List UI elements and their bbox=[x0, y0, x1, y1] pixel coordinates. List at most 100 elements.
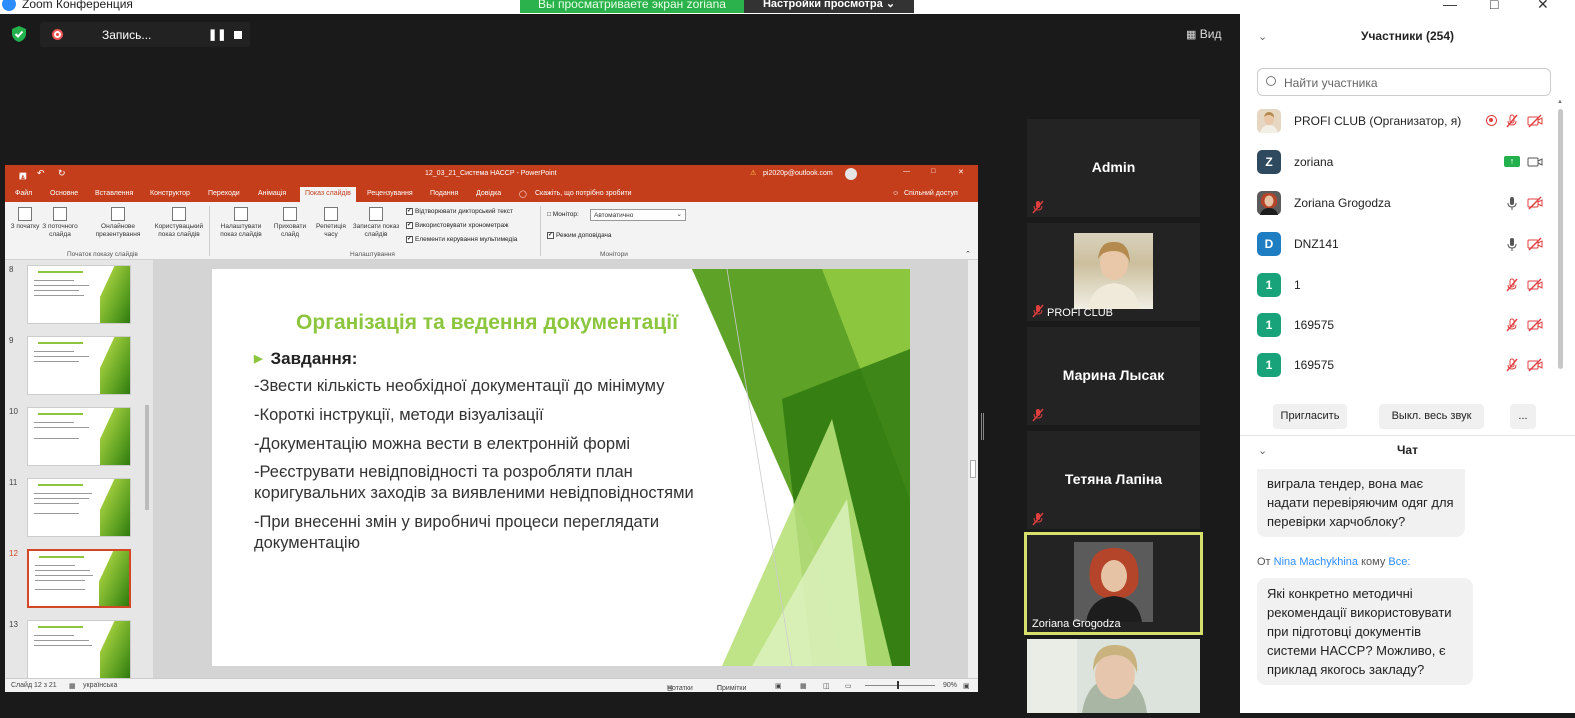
setup-show-button[interactable]: Налаштувати показ слайдів bbox=[213, 207, 269, 239]
scroll-up-icon[interactable]: ▲ bbox=[1557, 99, 1563, 105]
current-slide[interactable]: Організація та ведення документації Завд… bbox=[212, 269, 910, 666]
muted-mic-icon[interactable] bbox=[1504, 357, 1520, 373]
custom-show-button[interactable]: Користувацький показ слайдів bbox=[147, 207, 211, 239]
mic-icon[interactable] bbox=[1504, 236, 1520, 252]
thumbnails-scrollbar[interactable] bbox=[144, 265, 150, 675]
hide-slide-button[interactable]: Приховати слайд bbox=[273, 207, 307, 239]
tab-slideshow[interactable]: Показ слайдів bbox=[300, 187, 356, 203]
muted-mic-icon[interactable] bbox=[1504, 317, 1520, 333]
slideshow-view-icon[interactable]: ▭ bbox=[845, 682, 852, 690]
redo-icon[interactable]: ↻ bbox=[58, 168, 66, 179]
video-tile[interactable]: Тетяна Лапіна bbox=[1027, 431, 1200, 529]
video-off-icon[interactable] bbox=[1527, 195, 1543, 211]
tab-review[interactable]: Рецензування bbox=[367, 190, 413, 197]
shared-screen[interactable]: 🖪 ↶ ↻ 12_03_21_Система НАССР - PowerPoin… bbox=[5, 165, 978, 692]
ppt-minimize-icon[interactable]: — bbox=[903, 168, 910, 175]
more-button[interactable]: ... bbox=[1510, 404, 1536, 429]
invite-button[interactable]: Пригласить bbox=[1273, 404, 1347, 429]
collapse-ribbon-icon[interactable]: ⌃ bbox=[965, 250, 971, 258]
from-beginning-button[interactable]: З початку bbox=[10, 207, 40, 231]
slide-thumbnail[interactable] bbox=[27, 620, 131, 679]
participant-video bbox=[1074, 233, 1153, 309]
pause-recording-icon[interactable]: ❚❚ bbox=[208, 28, 226, 41]
participant-row[interactable]: Z zoriana ↑ bbox=[1257, 150, 1557, 174]
editor-scrollbar[interactable] bbox=[968, 260, 978, 678]
fit-slide-icon[interactable]: ▣ bbox=[963, 682, 970, 690]
scrollbar-thumb[interactable] bbox=[1558, 109, 1563, 369]
record-show-button[interactable]: Записати показ слайдів bbox=[351, 207, 401, 239]
video-icon[interactable] bbox=[1527, 154, 1543, 170]
ppt-maximize-icon[interactable]: □ bbox=[931, 168, 935, 175]
recipient-name[interactable]: Все: bbox=[1388, 556, 1410, 568]
narrations-checkbox[interactable]: ✓ Відтворювати дикторський текст bbox=[406, 208, 513, 215]
video-tile[interactable]: Admin bbox=[1027, 119, 1200, 217]
video-off-icon[interactable] bbox=[1527, 357, 1543, 373]
timings-checkbox[interactable]: ✓ Використовувати хронометраж bbox=[406, 222, 508, 229]
zoom-slider[interactable] bbox=[865, 685, 935, 686]
maximize-icon[interactable]: □ bbox=[1490, 0, 1498, 12]
video-tile[interactable]: PROFI CLUB bbox=[1027, 223, 1200, 321]
participant-row[interactable]: D DNZ141 bbox=[1257, 232, 1557, 256]
participant-row[interactable]: 1 169575 bbox=[1257, 353, 1557, 377]
participant-row[interactable]: 1 1 bbox=[1257, 273, 1557, 297]
ppt-avatar[interactable] bbox=[845, 168, 857, 180]
video-tile[interactable]: Марина Лысак bbox=[1027, 327, 1200, 425]
mic-icon[interactable] bbox=[1504, 195, 1520, 211]
video-off-icon[interactable] bbox=[1527, 236, 1543, 252]
participant-name: PROFI CLUB (Организатор, я) bbox=[1294, 114, 1462, 128]
undo-icon[interactable]: ↶ bbox=[37, 168, 45, 179]
video-off-icon[interactable] bbox=[1527, 277, 1543, 293]
tab-design[interactable]: Конструктор bbox=[150, 190, 190, 197]
shield-icon[interactable] bbox=[10, 25, 28, 43]
video-off-icon[interactable] bbox=[1527, 113, 1543, 129]
rehearse-button[interactable]: Репетиція часу bbox=[311, 207, 351, 239]
video-off-icon[interactable] bbox=[1527, 317, 1543, 333]
media-controls-checkbox[interactable]: ✓ Елементи керування мультимедіа bbox=[406, 236, 517, 243]
scrollbar-thumb[interactable] bbox=[145, 405, 149, 510]
slide-thumbnail[interactable] bbox=[27, 478, 131, 537]
normal-view-icon[interactable]: ▣ bbox=[775, 682, 782, 690]
minimize-icon[interactable]: — bbox=[1443, 0, 1457, 12]
sender-name[interactable]: Nina Machykhina bbox=[1274, 556, 1358, 568]
reading-view-icon[interactable]: ◫ bbox=[823, 682, 830, 690]
splitter-handle[interactable] bbox=[981, 413, 984, 440]
slide-counter: Слайд 12 з 21 bbox=[11, 682, 57, 689]
ppt-close-icon[interactable]: ✕ bbox=[958, 168, 964, 176]
tell-me-input[interactable]: Скажіть, що потрібно зробити bbox=[535, 190, 632, 197]
view-button[interactable]: ▦ Вид bbox=[1186, 27, 1221, 41]
from-current-button[interactable]: З поточного слайда bbox=[39, 207, 81, 239]
slide-thumbnail[interactable] bbox=[27, 265, 131, 324]
muted-mic-icon[interactable] bbox=[1504, 113, 1520, 129]
stop-recording-icon[interactable] bbox=[234, 31, 242, 39]
monitor-select[interactable]: Автоматично ⌄ bbox=[590, 209, 686, 221]
save-icon[interactable]: 🖪 bbox=[19, 169, 27, 185]
participant-search-input[interactable]: Найти участника bbox=[1257, 68, 1551, 96]
tab-file[interactable]: Файл bbox=[15, 190, 32, 197]
participant-row[interactable]: PROFI CLUB (Организатор, я) bbox=[1257, 109, 1557, 133]
mute-all-button[interactable]: Выкл. весь звук bbox=[1379, 404, 1484, 429]
video-tile[interactable] bbox=[1027, 639, 1200, 713]
participant-row[interactable]: Zoriana Grogodza bbox=[1257, 191, 1557, 215]
tab-transitions[interactable]: Переходи bbox=[208, 190, 240, 197]
tab-home[interactable]: Основне bbox=[50, 190, 78, 197]
tab-animations[interactable]: Анімація bbox=[258, 190, 286, 197]
present-online-button[interactable]: Онлайнове презентування bbox=[85, 207, 151, 239]
presenter-view-label: Режим доповідача bbox=[556, 232, 612, 240]
tab-view[interactable]: Подання bbox=[430, 190, 458, 197]
participants-scrollbar[interactable]: ▲ bbox=[1557, 99, 1564, 381]
presenter-view-checkbox[interactable]: ✓ Режим доповідача bbox=[547, 232, 612, 239]
share-button[interactable]: Спільний доступ bbox=[904, 190, 958, 197]
zoom-thumb[interactable] bbox=[897, 681, 899, 689]
tab-insert[interactable]: Вставлення bbox=[95, 190, 133, 197]
view-options-button[interactable]: Настройки просмотра ⌄ bbox=[744, 0, 914, 13]
muted-mic-icon[interactable] bbox=[1504, 277, 1520, 293]
slide-thumbnail[interactable] bbox=[27, 336, 131, 395]
scrollbar-thumb[interactable] bbox=[970, 460, 976, 478]
slide-thumbnail-selected[interactable] bbox=[27, 549, 131, 608]
video-tile-active-speaker[interactable]: Zoriana Grogodza bbox=[1024, 532, 1203, 635]
tab-help[interactable]: Довідка bbox=[476, 190, 501, 197]
slide-thumbnail[interactable] bbox=[27, 407, 131, 466]
participant-row[interactable]: 1 169575 bbox=[1257, 313, 1557, 337]
sorter-view-icon[interactable]: ▦ bbox=[800, 682, 807, 690]
close-icon[interactable]: ✕ bbox=[1537, 0, 1549, 13]
